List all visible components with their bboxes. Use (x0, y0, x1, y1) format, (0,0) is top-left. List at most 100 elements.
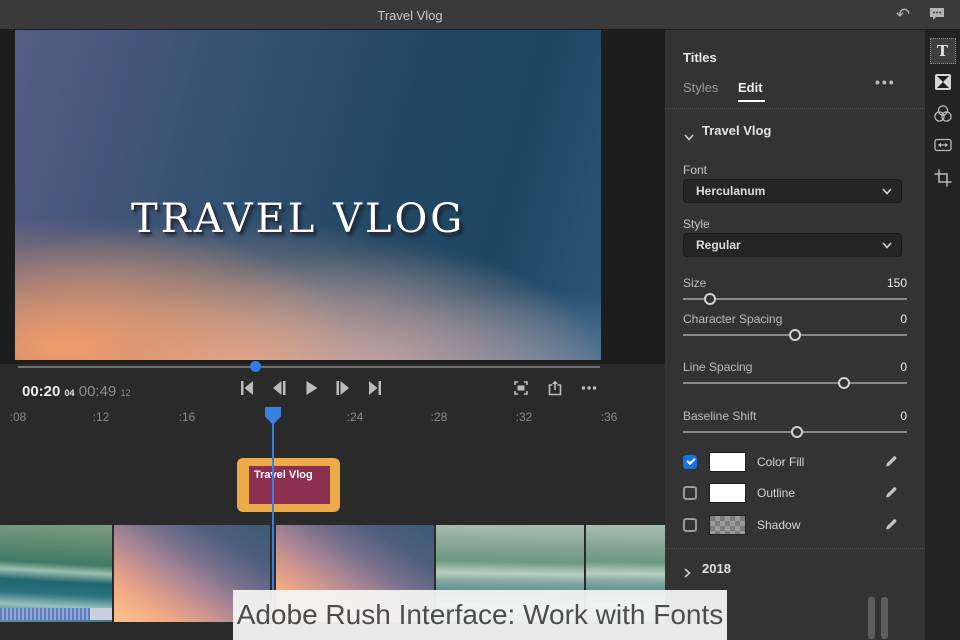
size-label: Size (683, 276, 707, 290)
crop-tool-icon[interactable] (933, 168, 953, 193)
divider (665, 548, 925, 549)
shadow-checkbox[interactable] (683, 518, 697, 532)
ruler-tick: :08 (9, 410, 27, 424)
eyedropper-icon[interactable] (883, 516, 899, 532)
preview-scrubber[interactable] (18, 361, 600, 372)
eyedropper-icon[interactable] (883, 484, 899, 500)
project-title: Travel Vlog (377, 8, 443, 23)
transitions-tool-icon[interactable] (933, 72, 953, 97)
chevron-down-icon[interactable] (684, 128, 694, 146)
share-button[interactable] (546, 379, 566, 399)
chevron-down-icon (882, 188, 892, 195)
line-spacing-label: Line Spacing (683, 360, 753, 374)
video-preview[interactable]: TRAVEL VLOG (15, 30, 601, 360)
fullscreen-button[interactable] (512, 379, 532, 399)
baseline-shift-label: Baseline Shift (683, 409, 757, 423)
character-spacing-value: 0 (900, 312, 907, 326)
active-tab-underline (738, 100, 765, 102)
line-spacing-slider-thumb[interactable] (838, 377, 851, 389)
panel-title: Titles (683, 50, 717, 65)
ruler-tick: :28 (430, 410, 448, 424)
video-clip-1[interactable] (0, 525, 112, 622)
character-spacing-slider-row: Character Spacing 0 (683, 312, 907, 354)
caption-text: Adobe Rush Interface: Work with Fonts (236, 599, 724, 630)
timecode: 00:20 04 00:49 12 (22, 383, 130, 400)
playhead-marker[interactable] (265, 407, 281, 425)
comments-icon[interactable] (927, 5, 947, 25)
line-spacing-slider[interactable] (683, 377, 907, 389)
share-icon (548, 380, 562, 396)
outline-row: Outline (683, 483, 907, 505)
color-fill-checkbox[interactable] (683, 455, 697, 469)
current-time: 00:20 (22, 383, 61, 400)
eyedropper-icon[interactable] (883, 453, 899, 469)
scrollbar[interactable] (868, 597, 875, 639)
duration-frames: 12 (120, 388, 131, 398)
ruler-tick: :24 (346, 410, 364, 424)
scrubber-handle[interactable] (250, 361, 261, 372)
more-icon (581, 386, 597, 390)
font-select[interactable]: Herculanum (683, 179, 902, 203)
skip-end-button[interactable] (366, 379, 386, 399)
preview-title-overlay[interactable]: TRAVEL VLOG (131, 196, 465, 242)
skip-start-icon (241, 381, 253, 395)
title-clip-body: Travel Vlog (249, 466, 330, 504)
tab-styles[interactable]: Styles (683, 80, 718, 95)
skip-end-icon (369, 381, 381, 395)
preview-area: TRAVEL VLOG (0, 30, 665, 364)
clip-section-title[interactable]: Travel Vlog (702, 123, 771, 138)
ruler-tick: :12 (92, 410, 110, 424)
divider (665, 108, 925, 109)
outline-swatch[interactable] (709, 483, 746, 503)
baseline-shift-value: 0 (900, 409, 907, 423)
frame-forward-button[interactable] (334, 379, 354, 399)
skip-start-button[interactable] (238, 379, 258, 399)
topbar: Travel Vlog ↶ (0, 0, 960, 30)
character-spacing-slider[interactable] (683, 329, 907, 341)
tab-edit[interactable]: Edit (738, 80, 763, 95)
color-fill-swatch[interactable] (709, 452, 746, 472)
style-label: Style (683, 217, 710, 231)
frame-forward-icon (336, 381, 349, 395)
shadow-row: Shadow (683, 515, 907, 537)
font-label: Font (683, 163, 708, 177)
outline-checkbox[interactable] (683, 486, 697, 500)
frame-back-icon (273, 381, 286, 395)
style-select[interactable]: Regular (683, 233, 902, 257)
baseline-shift-slider-thumb[interactable] (791, 426, 804, 438)
frame-back-button[interactable] (270, 379, 290, 399)
main-area: TRAVEL VLOG 00:20 04 00:49 12:08:12:1… (0, 30, 665, 640)
baseline-shift-slider-row: Baseline Shift 0 (683, 409, 907, 451)
size-slider[interactable] (683, 293, 907, 305)
line-spacing-value: 0 (900, 360, 907, 374)
baseline-shift-slider[interactable] (683, 426, 907, 438)
play-button[interactable] (302, 379, 322, 399)
chevron-right-icon[interactable] (684, 565, 691, 583)
outline-label: Outline (757, 486, 796, 500)
adobe-rush-window: Travel Vlog ↶ TRAVEL VLOG 00:20 04 00:49… (0, 0, 960, 640)
chevron-down-icon (882, 242, 892, 249)
more-button[interactable] (580, 379, 600, 399)
scrollbar[interactable] (881, 597, 888, 639)
panel-more-options[interactable]: ••• (875, 74, 896, 90)
character-spacing-slider-thumb[interactable] (789, 329, 801, 341)
title-clip[interactable]: Travel Vlog (237, 458, 340, 512)
duration-time: 00:49 (78, 383, 117, 400)
video-caption: Adobe Rush Interface: Work with Fonts (233, 590, 727, 640)
undo-icon[interactable]: ↶ (893, 5, 913, 25)
ruler-tick: :16 (178, 410, 196, 424)
titles-tool-icon[interactable]: T (929, 38, 956, 64)
speed-tool-icon[interactable] (933, 136, 953, 159)
titles-panel: Titles Styles Edit ••• Travel Vlog Font … (665, 30, 925, 640)
size-slider-thumb[interactable] (703, 293, 716, 305)
audio-waveform-tail (90, 608, 112, 620)
collapsed-section-title[interactable]: 2018 (702, 561, 731, 576)
ruler-tick: :32 (515, 410, 533, 424)
color-fill-row: Color Fill (683, 452, 907, 474)
play-icon (306, 381, 318, 395)
title-clip-label: Travel Vlog (254, 469, 313, 481)
comments-icon-glyph (930, 8, 944, 20)
font-select-value: Herculanum (696, 184, 766, 198)
shadow-swatch[interactable] (709, 515, 746, 535)
color-tool-icon[interactable] (932, 104, 953, 129)
